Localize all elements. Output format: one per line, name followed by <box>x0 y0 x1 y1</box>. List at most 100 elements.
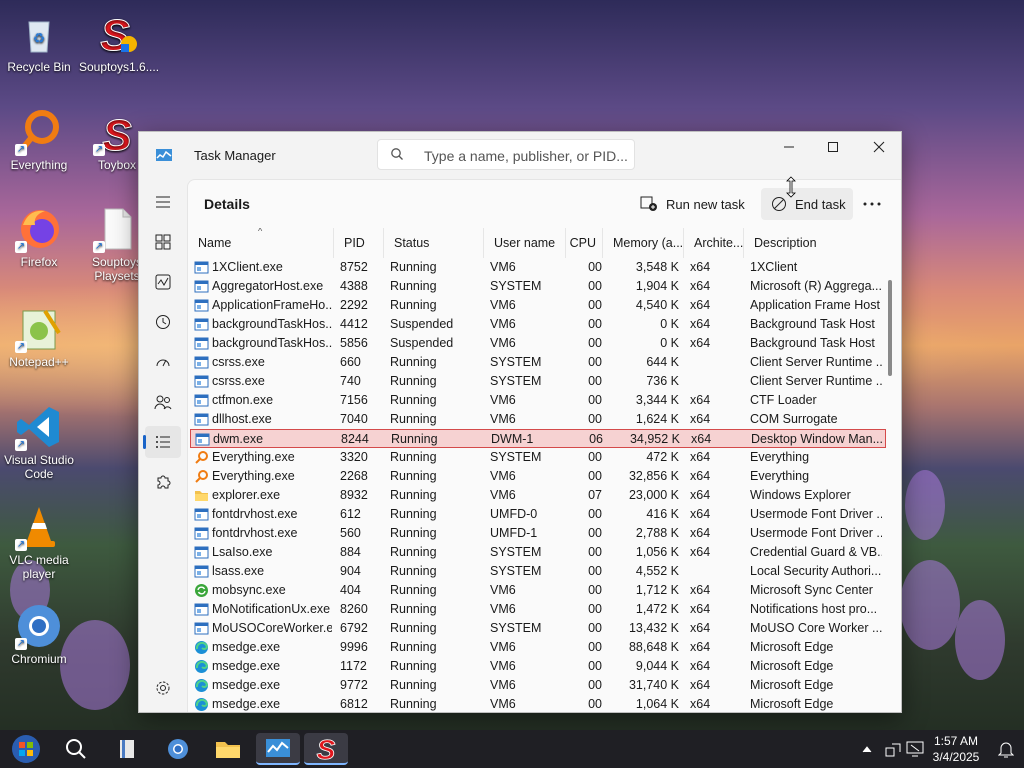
desktop-icon-notepadpp[interactable]: ↗ Notepad++ <box>1 305 77 369</box>
cell-user: VM6 <box>490 697 516 711</box>
nav-processes[interactable] <box>145 226 181 258</box>
cell-desc: Notifications host pro... <box>750 602 878 616</box>
cell-desc: Credential Guard & VB... <box>750 545 882 559</box>
cell-pid: 8752 <box>340 260 368 274</box>
taskbar-app-file-explorer[interactable] <box>208 733 248 765</box>
table-row[interactable]: mobsync.exe 404 Running VM6 00 1,712 K x64 Micr… <box>190 581 886 600</box>
table-row[interactable]: msedge.exe 9772 Running VM6 00 31,740 K x64 Mic… <box>190 676 886 695</box>
cell-desc: Usermode Font Driver ... <box>750 526 882 540</box>
minimize-icon <box>784 146 794 148</box>
cell-mem: 0 K <box>660 317 679 331</box>
bell-icon <box>997 742 1015 758</box>
table-row[interactable]: lsass.exe 904 Running SYSTEM 00 4,552 K Local … <box>190 562 886 581</box>
table-row[interactable]: AggregatorHost.exe 4388 Running SYSTEM 00 1,9… <box>190 277 886 296</box>
notepadpp-icon: ↗ <box>15 305 63 353</box>
task-manager-app-icon <box>156 149 172 161</box>
maximize-button[interactable] <box>810 132 856 162</box>
cell-name: Everything.exe <box>212 450 295 464</box>
cell-pid: 4388 <box>340 279 368 293</box>
cell-desc: CTF Loader <box>750 393 817 407</box>
table-row[interactable]: csrss.exe 740 Running SYSTEM 00 736 K Client S… <box>190 372 886 391</box>
search-input[interactable] <box>422 145 632 167</box>
vertical-scrollbar[interactable] <box>888 280 892 376</box>
close-button[interactable] <box>856 132 901 162</box>
end-task-button[interactable]: End task <box>761 188 853 220</box>
table-row[interactable]: MoNotificationUx.exe 8260 Running VM6 00 1,47… <box>190 600 886 619</box>
nav-details[interactable] <box>143 426 181 458</box>
table-row[interactable]: msedge.exe 9996 Running VM6 00 88,648 K x64 Mic… <box>190 638 886 657</box>
table-row[interactable]: dllhost.exe 7040 Running VM6 00 1,624 K x64 COM… <box>190 410 886 429</box>
table-row[interactable]: MoUSOCoreWorker.e... 6792 Running SYSTEM 00 1… <box>190 619 886 638</box>
table-row[interactable]: ApplicationFrameHo... 2292 Running VM6 00 4,5… <box>190 296 886 315</box>
table-row[interactable]: fontdrvhost.exe 560 Running UMFD-1 00 2,788 K… <box>190 524 886 543</box>
nav-performance[interactable] <box>145 266 181 298</box>
table-row[interactable]: backgroundTaskHos... 5856 Suspended VM6 00 0 … <box>190 334 886 353</box>
desktop-icon-souptoys[interactable]: S Souptoys1.6.... <box>79 10 159 75</box>
run-new-task-button[interactable]: Run new task <box>640 188 746 220</box>
table-row[interactable]: msedge.exe 6812 Running VM6 00 1,064 K x64 Micr… <box>190 695 886 712</box>
search-box[interactable] <box>377 139 635 170</box>
start-button[interactable] <box>6 733 46 765</box>
nav-app-history[interactable] <box>145 306 181 338</box>
column-header-memory[interactable]: Memory (a... <box>603 228 684 258</box>
cell-arch: x64 <box>690 279 711 293</box>
desktop-icon-vscode[interactable]: ↗ Visual Studio Code <box>1 403 77 481</box>
desktop-icon-firefox[interactable]: ↗ Firefox <box>1 205 77 269</box>
cell-name: AggregatorHost.exe <box>212 279 324 293</box>
shortcut-arrow-icon: ↗ <box>15 638 27 650</box>
desktop-icon-recycle-bin[interactable]: ♻ Recycle Bin <box>1 10 77 74</box>
folder-icon <box>216 742 240 758</box>
shortcut-arrow-icon: ↗ <box>93 144 105 156</box>
nav-settings[interactable] <box>145 672 181 704</box>
tray-network[interactable] <box>884 740 902 761</box>
desktop-icon-vlc[interactable]: ↗ VLC media player <box>1 503 77 581</box>
column-header-status[interactable]: Status <box>384 228 484 258</box>
table-row[interactable]: fontdrvhost.exe 612 Running UMFD-0 00 416 K x6… <box>190 505 886 524</box>
cell-user: UMFD-1 <box>490 526 538 540</box>
cell-cpu: 00 <box>588 621 602 635</box>
more-options-button[interactable] <box>860 188 892 220</box>
taskbar-app-notebook[interactable] <box>108 733 148 765</box>
tray-overflow-chevron[interactable] <box>862 742 872 756</box>
table-row[interactable]: Everything.exe 3320 Running SYSTEM 00 472 K x6… <box>190 448 886 467</box>
table-row[interactable]: 1XClient.exe 8752 Running VM6 00 3,548 K x64 1X… <box>190 258 886 277</box>
table-row[interactable]: backgroundTaskHos... 4412 Suspended VM6 00 0 … <box>190 315 886 334</box>
cell-desc: MoUSO Core Worker ... <box>750 621 882 635</box>
taskbar-app-chromium[interactable] <box>158 733 198 765</box>
details-list-icon <box>156 436 170 448</box>
nav-users[interactable] <box>145 386 181 418</box>
hamburger-menu-icon <box>156 196 170 208</box>
column-header-description[interactable]: Description <box>744 228 886 258</box>
table-row-selected[interactable]: dwm.exe 8244 Running DWM-1 06 34,952 K x64 Desk… <box>190 429 886 448</box>
desktop-icon-chromium[interactable]: ↗ Chromium <box>1 602 77 666</box>
column-header-name[interactable]: ^ Name <box>188 228 334 258</box>
nav-startup-apps[interactable] <box>145 346 181 378</box>
tray-display[interactable] <box>906 740 924 761</box>
table-row[interactable]: csrss.exe 660 Running SYSTEM 00 644 K Client S… <box>190 353 886 372</box>
taskbar-app-souptoys[interactable]: S <box>304 733 348 765</box>
cell-desc: Everything <box>750 450 810 464</box>
cell-pid: 6792 <box>340 621 368 635</box>
nav-services[interactable] <box>145 466 181 498</box>
taskbar-search-button[interactable] <box>56 733 96 765</box>
taskbar-app-task-manager[interactable] <box>256 733 300 765</box>
column-header-cpu[interactable]: CPU <box>566 228 603 258</box>
table-row[interactable]: Everything.exe 2268 Running VM6 00 32,856 K x6… <box>190 467 886 486</box>
table-row[interactable]: msedge.exe 1172 Running VM6 00 9,044 K x64 Micr… <box>190 657 886 676</box>
nav-rail <box>139 180 187 712</box>
notifications-button[interactable] <box>997 740 1015 761</box>
cell-name: MoNotificationUx.exe <box>212 602 331 616</box>
cell-mem: 88,648 K <box>628 640 679 654</box>
taskbar: S 1:57 AM 3/4/2025 <box>0 730 1024 768</box>
minimize-button[interactable] <box>766 132 812 162</box>
column-header-architecture[interactable]: Archite... <box>684 228 744 258</box>
cell-mem: 644 K <box>646 355 679 369</box>
clock[interactable]: 1:57 AM 3/4/2025 <box>924 733 988 765</box>
column-header-user[interactable]: User name <box>484 228 566 258</box>
table-row[interactable]: LsaIso.exe 884 Running SYSTEM 00 1,056 K x64 Cr… <box>190 543 886 562</box>
desktop-icon-everything[interactable]: ↗ Everything <box>1 108 77 172</box>
nav-menu-toggle[interactable] <box>145 186 181 218</box>
table-row[interactable]: ctfmon.exe 7156 Running VM6 00 3,344 K x64 CTF … <box>190 391 886 410</box>
column-header-pid[interactable]: PID <box>334 228 384 258</box>
table-row[interactable]: explorer.exe 8932 Running VM6 07 23,000 K x64 W… <box>190 486 886 505</box>
